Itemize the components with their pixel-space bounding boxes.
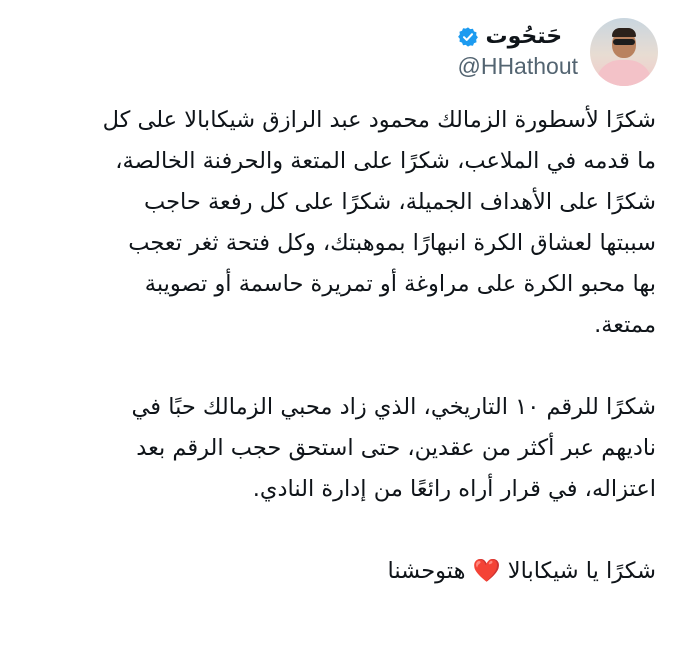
tweet-paragraph: شكرًا لأسطورة الزمالك محمود عبد الرازق ش… [16, 100, 656, 346]
author-info: حَتحُوت @HHathout [457, 24, 578, 80]
tweet-line: شكرًا على الأهداف الجميلة، شكرًا على كل … [144, 189, 656, 215]
tweet-paragraph: شكرًا يا شيكابالا ❤️ هتوحشنا [16, 551, 656, 592]
tweet-line: اعتزاله، في قرار أراه رائعًا من إدارة ال… [252, 476, 656, 502]
tweet-line-with-heart: شكرًا يا شيكابالا ❤️ هتوحشنا [387, 558, 656, 584]
author-display-name[interactable]: حَتحُوت [485, 24, 562, 49]
tweet-line: ما قدمه في الملاعب، شكرًا على المتعة وال… [115, 148, 656, 174]
tweet-header: حَتحُوت @HHathout [457, 18, 658, 86]
tweet-line: شكرًا للرقم ١٠ التاريخي، الذي زاد محبي ا… [131, 394, 656, 420]
tweet-line: ممتعة. [594, 312, 656, 338]
tweet-line: ناديهم عبر أكثر من عقدين، حتى استحق حجب … [136, 435, 656, 461]
author-handle[interactable]: @HHathout [457, 53, 578, 80]
tweet-line: سببتها لعشاق الكرة انبهارًا بموهبتك، وكل… [128, 230, 656, 256]
avatar[interactable] [590, 18, 658, 86]
verified-badge-icon [458, 26, 479, 47]
tweet-line: بها محبو الكرة على مراوغة أو تمريرة حاسم… [144, 271, 656, 297]
tweet-line: شكرًا لأسطورة الزمالك محمود عبد الرازق ش… [102, 107, 656, 133]
tweet-paragraph: شكرًا للرقم ١٠ التاريخي، الذي زاد محبي ا… [16, 387, 656, 510]
tweet-text: شكرًا لأسطورة الزمالك محمود عبد الرازق ش… [16, 100, 656, 592]
